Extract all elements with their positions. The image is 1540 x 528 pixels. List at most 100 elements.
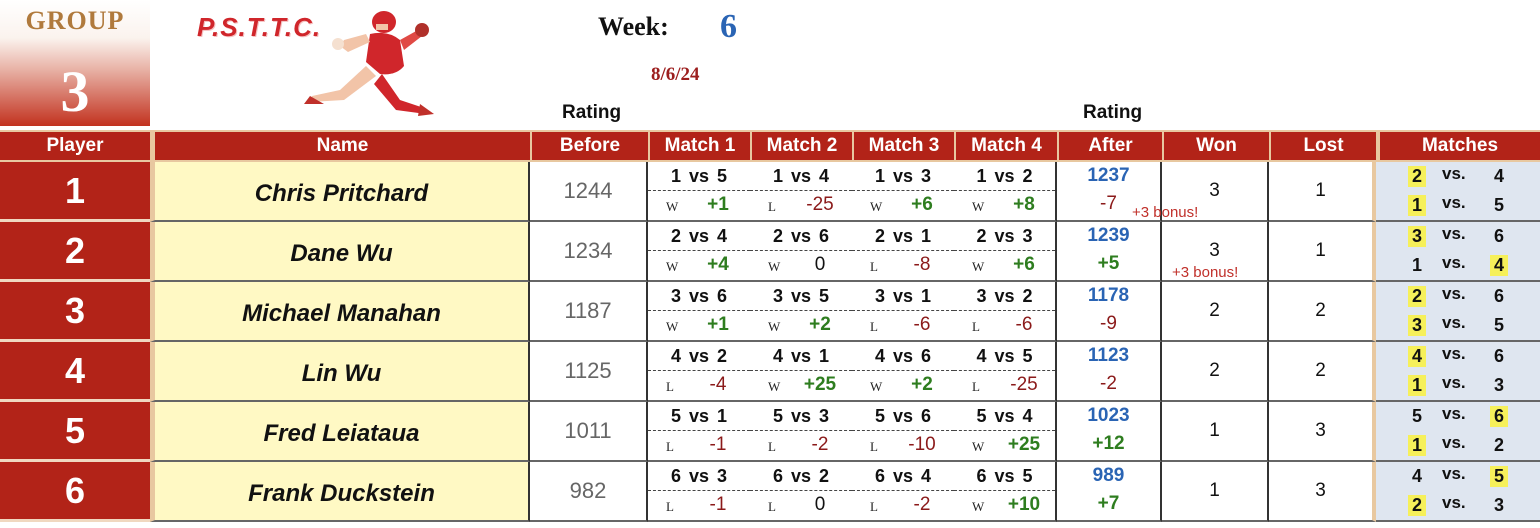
- match-cell: 6 vs 3 L -1: [648, 462, 752, 522]
- match-vs: vs: [688, 225, 710, 246]
- rating-after: 1178: [1087, 285, 1130, 306]
- match-opponent: 4: [921, 465, 932, 486]
- match-pairing: 2 vs 4: [648, 222, 750, 251]
- match-player: 1: [772, 165, 783, 186]
- rating-before: 1187: [530, 282, 648, 342]
- match-win-loss: W: [870, 199, 883, 214]
- match-pairing: 3 vs 6: [648, 282, 750, 311]
- matches-schedule: 2 vs. 6 3 vs. 5: [1376, 282, 1540, 342]
- match-result: L -2: [750, 431, 852, 459]
- player-name: Frank Duckstein: [150, 462, 530, 522]
- header-won: Won: [1162, 130, 1269, 162]
- match-vs: vs: [892, 465, 914, 486]
- match-vs: vs: [994, 285, 1015, 306]
- schedule-player-b: 6: [1490, 406, 1508, 427]
- match-vs: vs: [892, 285, 914, 306]
- schedule-player-a: 1: [1408, 195, 1426, 216]
- match-vs: vs: [994, 225, 1015, 246]
- match-cell: 4 vs 1 W +25: [750, 342, 854, 402]
- match-rating-change: +6: [1013, 254, 1035, 275]
- match-rating-change: -25: [806, 194, 834, 215]
- match-player: 2: [670, 225, 681, 246]
- match-rating-change: -6: [913, 314, 931, 335]
- bonus-note: +3 bonus!: [1132, 204, 1199, 221]
- match-pairing: 4 vs 2: [648, 342, 750, 371]
- schedule-vs: vs.: [1442, 464, 1466, 483]
- match-result: W +8: [954, 191, 1055, 219]
- match-date: 8/6/24: [651, 64, 700, 85]
- schedule-player-b: 5: [1493, 195, 1504, 215]
- rating-delta: +5: [1097, 253, 1120, 274]
- match-vs: vs: [994, 465, 1015, 486]
- match-win-loss: L: [666, 499, 674, 514]
- match-result: L -4: [648, 371, 750, 399]
- schedule-player-b: 6: [1493, 226, 1504, 246]
- match-result: L -10: [852, 431, 954, 459]
- match-cell: 1 vs 4 L -25: [750, 162, 854, 222]
- matches-won: 2: [1162, 282, 1269, 342]
- rating-delta: -9: [1100, 313, 1117, 334]
- match-win-loss: L: [972, 319, 980, 334]
- match-win-loss: L: [870, 319, 878, 334]
- match-result: L -25: [750, 191, 852, 219]
- player-name: Michael Manahan: [150, 282, 530, 342]
- header-match-1: Match 1: [648, 130, 750, 162]
- group-number: 3: [60, 59, 90, 124]
- rating-before: 982: [530, 462, 648, 522]
- match-pairing: 4 vs 6: [852, 342, 954, 371]
- match-player: 2: [772, 225, 783, 246]
- schedule-row: 3 vs. 5: [1376, 311, 1540, 340]
- match-vs: vs: [790, 405, 812, 426]
- match-result: W +6: [954, 251, 1055, 279]
- match-opponent: 2: [819, 465, 830, 486]
- match-rating-change: +2: [911, 374, 933, 395]
- match-win-loss: W: [666, 319, 679, 334]
- header-player: Player: [0, 130, 150, 162]
- match-vs: vs: [892, 225, 914, 246]
- match-cell: 2 vs 1 L -8: [852, 222, 956, 282]
- match-vs: vs: [892, 165, 914, 186]
- schedule-row: 4 vs. 6: [1376, 342, 1540, 371]
- match-vs: vs: [790, 465, 812, 486]
- match-result: L -25: [954, 371, 1055, 399]
- schedule-vs: vs.: [1442, 404, 1466, 423]
- schedule-row: 1 vs. 4: [1376, 251, 1540, 280]
- match-result: W +6: [852, 191, 954, 219]
- matches-schedule: 3 vs. 6 1 vs. 4: [1376, 222, 1540, 282]
- match-vs: vs: [688, 345, 710, 366]
- schedule-row: 2 vs. 4: [1376, 162, 1540, 191]
- match-result: W +10: [954, 491, 1055, 519]
- match-vs: vs: [688, 285, 710, 306]
- matches-won: 2: [1162, 342, 1269, 402]
- match-cell: 1 vs 2 W +8: [954, 162, 1057, 222]
- schedule-player-b: 6: [1493, 286, 1504, 306]
- match-pairing: 6 vs 2: [750, 462, 852, 491]
- matches-schedule: 4 vs. 5 2 vs. 3: [1376, 462, 1540, 522]
- schedule-player-b: 6: [1493, 346, 1504, 366]
- match-opponent: 6: [819, 225, 830, 246]
- match-cell: 3 vs 6 W +1: [648, 282, 752, 342]
- matches-schedule: 5 vs. 6 1 vs. 2: [1376, 402, 1540, 462]
- rating-after-cell: 1123 -2: [1057, 342, 1162, 402]
- match-cell: 3 vs 1 L -6: [852, 282, 956, 342]
- rating-after-cell: 989 +7: [1057, 462, 1162, 522]
- match-opponent: 6: [921, 345, 932, 366]
- match-win-loss: W: [972, 439, 985, 454]
- match-player: 3: [772, 285, 783, 306]
- match-cell: 4 vs 6 W +2: [852, 342, 956, 402]
- match-player: 4: [976, 345, 987, 366]
- match-result: L -1: [648, 431, 750, 459]
- match-player: 6: [874, 465, 885, 486]
- rating-before-label: Rating: [562, 102, 622, 123]
- match-result: L -2: [852, 491, 954, 519]
- match-rating-change: -8: [913, 254, 931, 275]
- match-vs: vs: [790, 345, 812, 366]
- player-name: Fred Leiataua: [150, 402, 530, 462]
- match-opponent: 5: [1022, 465, 1033, 486]
- match-pairing: 6 vs 3: [648, 462, 750, 491]
- match-rating-change: -10: [908, 434, 936, 455]
- rating-after: 989: [1092, 465, 1125, 486]
- match-opponent: 2: [1022, 165, 1033, 186]
- match-rating-change: +1: [707, 194, 729, 215]
- player-number: 6: [0, 462, 150, 522]
